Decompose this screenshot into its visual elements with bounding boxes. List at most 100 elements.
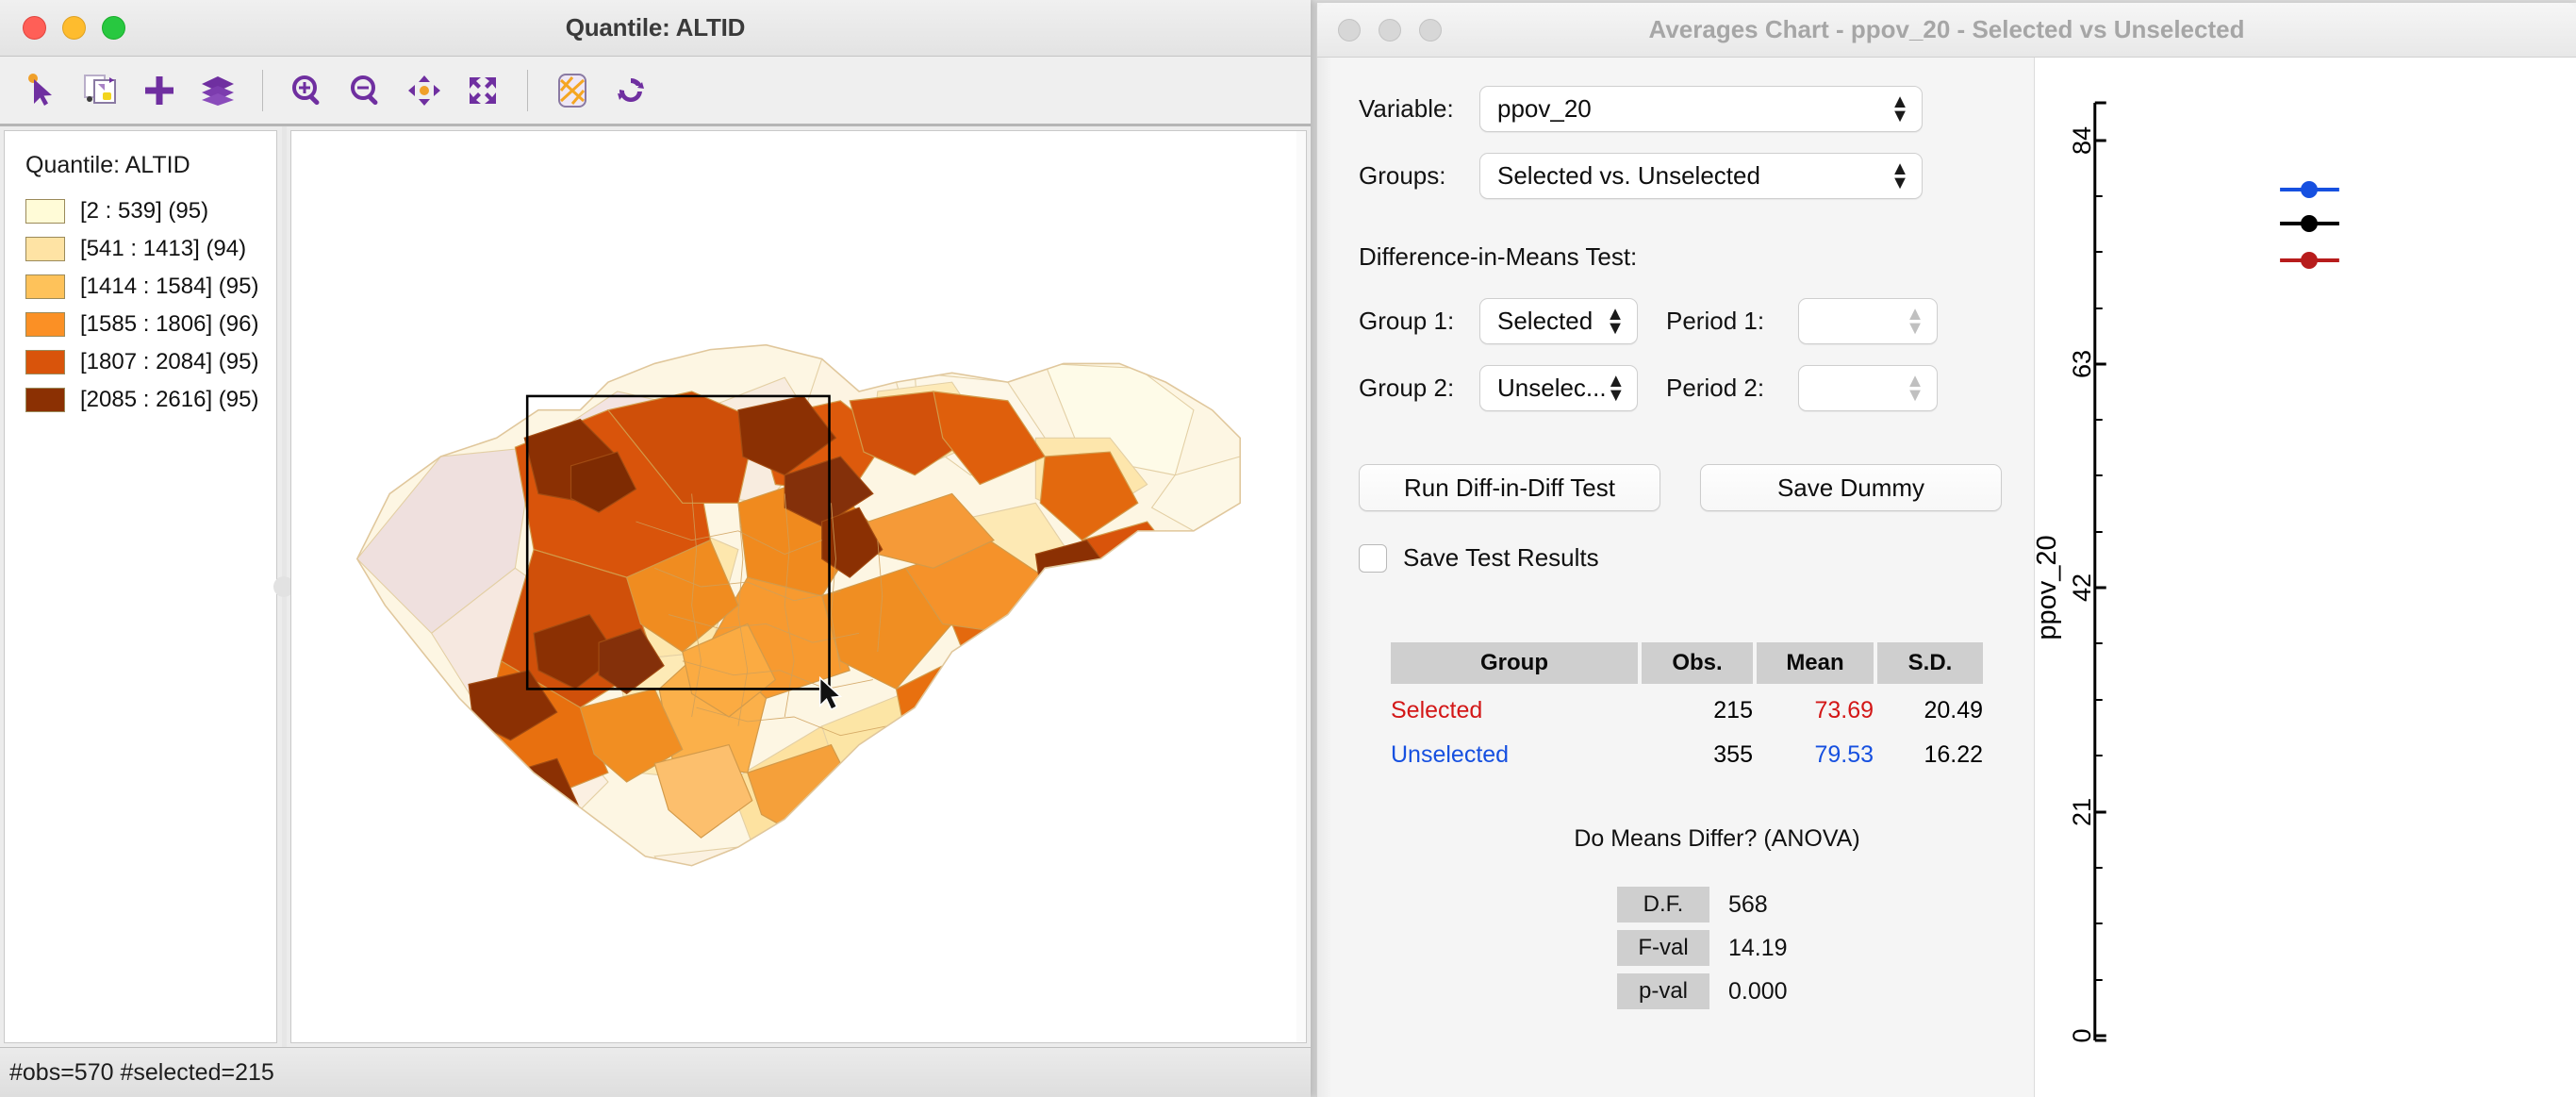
svg-text:84: 84 xyxy=(2068,126,2096,155)
legend-item-label: [1585 : 1806] (96) xyxy=(80,311,259,337)
map-window-title: Quantile: ALTID xyxy=(565,13,746,42)
zoom-in-icon[interactable] xyxy=(278,64,337,117)
panel-splitter[interactable] xyxy=(273,126,294,1047)
map-toolbar xyxy=(0,57,1311,126)
map-vertical-scrollbar[interactable] xyxy=(1296,131,1306,1042)
group2-row: Group 2: Unselec... ▲ ▼ Period 2: ▲ ▼ xyxy=(1359,365,2034,411)
status-text: #obs=570 #selected=215 xyxy=(9,1058,274,1086)
map-pattern-icon[interactable] xyxy=(543,64,602,117)
run-diff-in-diff-test-button[interactable]: Run Diff-in-Diff Test xyxy=(1359,464,1660,511)
legend-item-label: [541 : 1413] (94) xyxy=(80,236,247,261)
legend-item[interactable]: [1414 : 1584] (95) xyxy=(25,268,276,306)
toolbar-separator xyxy=(262,69,263,111)
anova-table: D.F. 568 F-val 14.19 p-val 0.000 xyxy=(1617,879,1788,1017)
anova-row: D.F. 568 xyxy=(1617,887,1788,922)
action-button-row: Run Diff-in-Diff Test Save Dummy xyxy=(1359,464,2034,511)
period1-select[interactable]: ▲ ▼ xyxy=(1798,298,1938,344)
legend-swatch xyxy=(25,199,65,224)
variable-select-value: ppov_20 xyxy=(1497,94,1592,123)
refresh-icon[interactable] xyxy=(602,64,660,117)
y-axis-tick-labels: 84 63 42 21 0 xyxy=(2068,126,2096,1043)
legend-item[interactable]: [1807 : 2084] (95) xyxy=(25,343,276,381)
legend-swatch xyxy=(25,388,65,412)
y-axis-major-ticks xyxy=(2094,139,2106,1038)
legend-item[interactable]: [541 : 1413] (94) xyxy=(25,230,276,268)
group2-label: Group 2: xyxy=(1359,374,1455,402)
select-pointer-icon[interactable] xyxy=(13,64,72,117)
map-canvas[interactable] xyxy=(290,130,1307,1043)
svg-text:21: 21 xyxy=(2068,798,2096,826)
averages-scatter-chart[interactable]: 84 63 42 21 0 ppov_20 xyxy=(2035,58,2576,1097)
anova-value-df: 568 xyxy=(1728,890,1768,918)
full-extent-icon[interactable] xyxy=(454,64,512,117)
save-test-results-checkbox[interactable] xyxy=(1359,543,1387,573)
header-obs: Obs. xyxy=(1642,642,1753,684)
y-axis-title: ppov_20 xyxy=(2035,535,2062,640)
chevron-updown-icon: ▲ ▼ xyxy=(1906,304,1924,339)
period1-label: Period 1: xyxy=(1666,307,1765,335)
period2-label: Period 2: xyxy=(1666,374,1765,402)
map-duplicate-icon[interactable] xyxy=(72,64,130,117)
group1-select[interactable]: Selected ▲ ▼ xyxy=(1479,298,1638,344)
series-unselected-marker[interactable] xyxy=(2280,181,2339,198)
row-obs-unselected: 355 xyxy=(1713,741,1753,768)
row-sd-selected: 20.49 xyxy=(1924,697,1983,723)
period2-select[interactable]: ▲ ▼ xyxy=(1798,365,1938,411)
choropleth-map[interactable] xyxy=(291,131,1306,1042)
group2-select[interactable]: Unselec... ▲ ▼ xyxy=(1479,365,1638,411)
row-group-selected: Selected xyxy=(1391,697,1483,723)
row-mean-unselected: 79.53 xyxy=(1814,741,1874,768)
averages-plot-pane[interactable]: 84 63 42 21 0 ppov_20 xyxy=(2034,58,2576,1097)
toolbar-separator-2 xyxy=(527,69,528,111)
chevron-updown-icon: ▲ ▼ xyxy=(1606,304,1625,339)
save-test-results-row[interactable]: Save Test Results xyxy=(1359,543,2034,573)
anova-row: F-val 14.19 xyxy=(1617,930,1788,966)
variable-select[interactable]: ppov_20 ▲ ▼ xyxy=(1479,86,1923,132)
chevron-updown-icon: ▲ ▼ xyxy=(1891,91,1909,126)
svg-text:42: 42 xyxy=(2068,573,2096,602)
legend-swatch xyxy=(25,350,65,374)
group1-row: Group 1: Selected ▲ ▼ Period 1: ▲ ▼ xyxy=(1359,298,2034,344)
averages-chart-window: Averages Chart - ppov_20 - Selected vs U… xyxy=(1316,3,2576,1097)
save-test-results-label: Save Test Results xyxy=(1403,543,1599,572)
legend-item[interactable]: [2 : 539] (95) xyxy=(25,192,276,230)
map-status-bar: #obs=570 #selected=215 xyxy=(0,1047,1311,1097)
save-dummy-button[interactable]: Save Dummy xyxy=(1700,464,2002,511)
legend-swatch xyxy=(25,237,65,261)
series-all-marker[interactable] xyxy=(2280,215,2339,232)
groups-row: Groups: Selected vs. Unselected ▲ ▼ xyxy=(1359,153,2034,199)
variable-row: Variable: ppov_20 ▲ ▼ xyxy=(1359,86,2034,132)
chart-title-bar: Averages Chart - ppov_20 - Selected vs U… xyxy=(1317,3,2576,58)
groups-select[interactable]: Selected vs. Unselected ▲ ▼ xyxy=(1479,153,1923,199)
anova-key-fval: F-val xyxy=(1617,930,1709,966)
legend-item-label: [2 : 539] (95) xyxy=(80,198,209,224)
header-mean: Mean xyxy=(1757,642,1874,684)
legend-item[interactable]: [2085 : 2616] (95) xyxy=(25,381,276,419)
pan-icon[interactable] xyxy=(395,64,454,117)
series-selected-marker[interactable] xyxy=(2280,252,2339,269)
results-table: Group Obs. Mean S.D. Selected 215 73.69 … xyxy=(1387,633,1987,782)
legend-item-label: [1807 : 2084] (95) xyxy=(80,349,259,374)
screen: Quantile: ALTID Quantile: ALTID [2: 539… xyxy=(0,0,2576,1097)
controls-pane: Variable: ppov_20 ▲ ▼ Groups: Selected vs… xyxy=(1317,58,2034,1097)
chevron-updown-icon: ▲ ▼ xyxy=(1906,371,1924,406)
header-sd: S.D. xyxy=(1877,642,1983,684)
legend-item[interactable]: [1585 : 1806] (96) xyxy=(25,306,276,343)
diff-in-means-heading: Difference-in-Means Test: xyxy=(1359,242,1638,271)
svg-text:0: 0 xyxy=(2068,1028,2096,1042)
layers-icon[interactable] xyxy=(189,64,247,117)
chevron-updown-icon: ▲ ▼ xyxy=(1606,371,1626,406)
chevron-updown-icon: ▲ ▼ xyxy=(1891,158,1909,193)
anova-value-fval: 14.19 xyxy=(1728,934,1788,961)
group1-select-value: Selected xyxy=(1497,307,1593,335)
chart-body: Variable: ppov_20 ▲ ▼ Groups: Selected vs… xyxy=(1317,58,2576,1097)
row-mean-selected: 73.69 xyxy=(1814,697,1874,723)
crosshair-add-icon[interactable] xyxy=(130,64,189,117)
legend-swatch xyxy=(25,274,65,299)
zoom-out-icon[interactable] xyxy=(337,64,395,117)
anova-row: p-val 0.000 xyxy=(1617,973,1788,1009)
anova-key-pval: p-val xyxy=(1617,973,1709,1009)
legend-item-label: [2085 : 2616] (95) xyxy=(80,387,259,412)
groups-label: Groups: xyxy=(1359,161,1446,190)
legend-item-label: [1414 : 1584] (95) xyxy=(80,274,259,299)
